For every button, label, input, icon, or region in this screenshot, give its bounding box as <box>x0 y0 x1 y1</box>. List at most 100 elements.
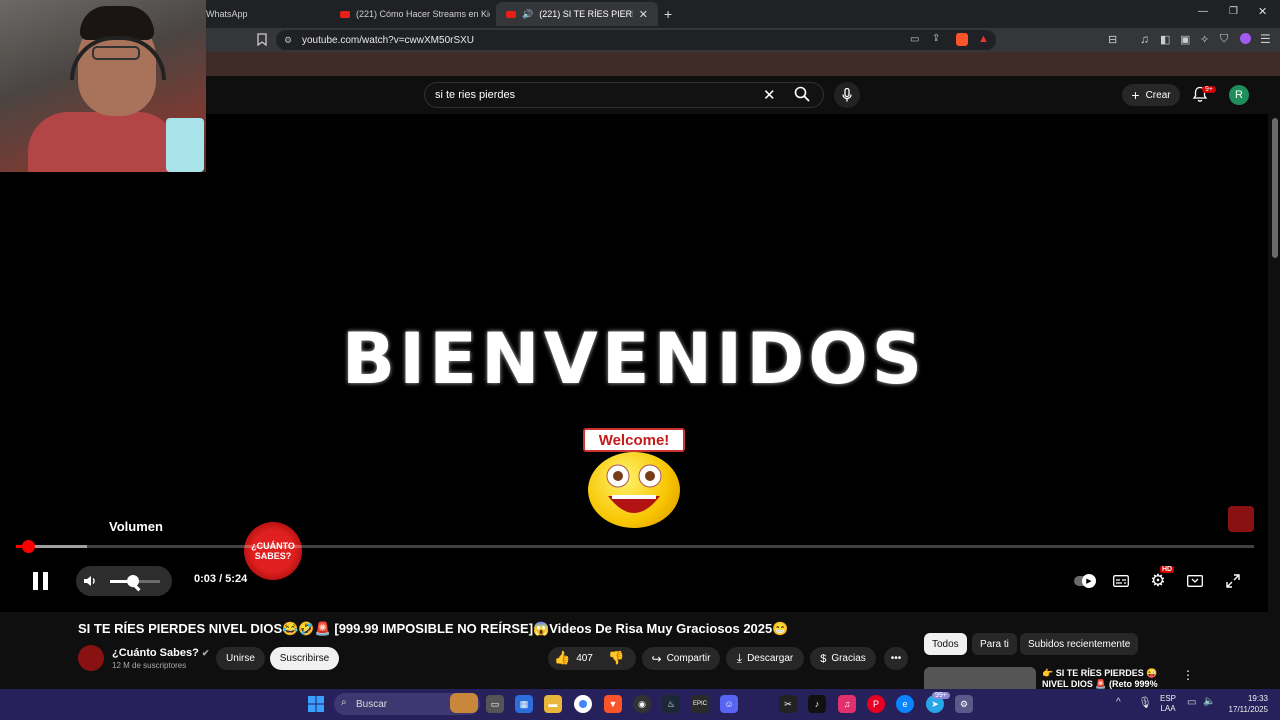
tab-current-video[interactable]: 🔊 (221) SI TE RÍES PIERDES NIVE ✕ <box>496 2 658 26</box>
tab-label: WhatsApp <box>206 9 248 19</box>
download-button[interactable]: ⤓ Descargar <box>726 647 804 670</box>
chip-todos[interactable]: Todos <box>924 633 967 655</box>
task-view-icon[interactable]: ▭ <box>486 695 504 713</box>
voice-search-button[interactable] <box>834 82 860 108</box>
edge-icon[interactable]: e <box>896 695 914 713</box>
clear-search-icon[interactable]: ✕ <box>763 86 776 104</box>
tab-label: (221) Cómo Hacer Streams en Kick (C <box>356 9 490 19</box>
store-icon[interactable]: ▦ <box>515 695 533 713</box>
epic-games-icon[interactable]: EPIC <box>691 695 709 713</box>
search-highlight-icon <box>450 693 478 713</box>
chrome-icon[interactable] <box>574 695 592 713</box>
verified-icon: ✔ <box>201 648 210 658</box>
network-icon[interactable]: ▭ <box>1187 697 1196 708</box>
dislike-button[interactable]: 👎 <box>608 650 624 666</box>
subtitles-button[interactable] <box>1110 572 1132 590</box>
download-icon: ⤓ <box>736 651 743 665</box>
volume-tray-icon[interactable]: 🔈 <box>1203 696 1215 707</box>
tab-kick-streams[interactable]: (221) Cómo Hacer Streams en Kick (C <box>330 2 490 26</box>
channel-avatar[interactable] <box>78 645 104 671</box>
wallet-icon[interactable]: ▣ <box>1180 33 1190 46</box>
page-scrollbar-thumb[interactable] <box>1272 118 1278 258</box>
language-indicator[interactable]: ESP LAA <box>1160 694 1176 714</box>
tab-whatsapp[interactable]: WhatsApp <box>196 2 326 26</box>
pause-button[interactable] <box>30 570 52 592</box>
suggested-video-thumbnail[interactable] <box>924 667 1036 689</box>
new-tab-icon[interactable]: + <box>664 6 672 22</box>
tray-overflow-icon[interactable]: ^ <box>1116 697 1121 708</box>
cast-icon[interactable]: ▭ <box>910 34 919 45</box>
settings-app-icon[interactable]: ⚙ <box>955 695 973 713</box>
welcome-sign: Welcome! <box>583 428 685 452</box>
account-avatar[interactable]: R <box>1229 85 1249 105</box>
taskbar-search-label: Buscar <box>356 698 388 710</box>
smiley-face-icon <box>588 452 680 528</box>
close-tab-icon[interactable]: ✕ <box>639 8 648 21</box>
url-text: youtube.com/watch?v=cwwXM50rSXU <box>302 34 475 46</box>
thumbs-down-icon: 👎 <box>608 650 625 665</box>
share-page-icon[interactable]: ⇪ <box>932 33 940 44</box>
bookmark-icon[interactable] <box>256 33 268 51</box>
file-explorer-icon[interactable]: ▬ <box>544 695 562 713</box>
chip-label: Todos <box>932 638 959 650</box>
start-button[interactable] <box>308 696 324 712</box>
channel-name[interactable]: ¿Cuánto Sabes? ✔ <box>112 647 209 659</box>
youtube-favicon-icon <box>506 10 516 18</box>
autoplay-toggle[interactable]: ▶ <box>1073 572 1096 590</box>
site-info-icon[interactable]: ⚙ <box>284 35 292 46</box>
thanks-button[interactable]: $ Gracias <box>810 647 876 670</box>
scrubber-handle[interactable] <box>21 540 35 553</box>
notification-count-badge: 9+ <box>1202 86 1216 93</box>
video-menu-icon[interactable]: ⋮ <box>1182 668 1194 682</box>
close-window-icon[interactable]: ✕ <box>1258 5 1267 18</box>
vpn-icon[interactable]: ⛉ <box>1220 33 1228 46</box>
share-icon: ↪ <box>651 651 662 666</box>
chip-para-ti[interactable]: Para ti <box>972 633 1017 655</box>
volume-mute-button[interactable] <box>82 573 98 594</box>
extensions-icon[interactable]: ✧ <box>1200 33 1209 46</box>
tray-mic-icon[interactable]: 🎙 <box>1138 696 1152 709</box>
webcam-cup <box>166 118 204 172</box>
channel-watermark-icon[interactable] <box>1228 506 1254 532</box>
leo-ai-icon[interactable] <box>1240 33 1251 44</box>
settings-button[interactable]: ⚙ <box>1147 571 1169 590</box>
clock-date: 17/11/2025 <box>1228 705 1268 714</box>
tiktok-icon[interactable]: ♪ <box>808 695 826 713</box>
capcut-icon[interactable]: ✂ <box>779 695 797 713</box>
tiktok-studio-icon[interactable]: ♫ <box>838 695 856 713</box>
url-bar[interactable]: youtube.com/watch?v=cwwXM50rSXU <box>276 30 996 50</box>
media-controls-icon[interactable]: ⊟ <box>1108 33 1117 46</box>
video-title: SI TE RÍES PIERDES NIVEL DIOS😂🤣🚨 [999.99… <box>78 621 789 636</box>
brave-rewards-icon[interactable]: ▲ <box>978 33 989 45</box>
discord-icon[interactable]: ☺ <box>720 695 738 713</box>
magnifier-icon: ⌕ <box>341 697 347 708</box>
suggested-video-title[interactable]: 👉 SI TE RÍES PIERDES 😜 NIVEL DIOS 🚨 (Ret… <box>1042 668 1172 690</box>
menu-icon[interactable]: ☰ <box>1260 32 1271 46</box>
more-actions-button[interactable]: ••• <box>884 647 908 670</box>
share-button[interactable]: ↪ Compartir <box>642 647 720 670</box>
brave-shield-icon[interactable] <box>956 33 968 46</box>
music-icon[interactable]: ♫ <box>1140 32 1149 46</box>
search-icon[interactable] <box>794 86 810 107</box>
like-button[interactable]: 👍 407 <box>554 650 593 666</box>
restore-icon[interactable]: ❐ <box>1229 6 1238 17</box>
progress-bar[interactable] <box>16 540 1254 553</box>
brave-icon[interactable]: ▼ <box>604 695 622 713</box>
sidebar-toggle-icon[interactable]: ◧ <box>1160 33 1170 46</box>
chip-recent[interactable]: Subidos recientemente <box>1020 633 1139 655</box>
telegram-badge: 99+ <box>932 692 950 699</box>
play-icon: ▶ <box>1082 574 1096 588</box>
taskbar-clock[interactable]: 19:33 17/11/2025 <box>1226 693 1268 715</box>
fullscreen-button[interactable] <box>1222 572 1244 590</box>
volume-tooltip: Volumen <box>109 519 163 534</box>
create-button[interactable]: + Crear <box>1122 84 1180 106</box>
microphone-icon <box>842 88 852 102</box>
super-thanks-icon: $ <box>820 652 827 665</box>
join-button[interactable]: Unirse <box>216 647 265 670</box>
minimize-icon[interactable]: — <box>1198 6 1208 17</box>
subscribe-button[interactable]: Suscribirse <box>270 647 339 670</box>
obs-icon[interactable]: ◉ <box>633 695 651 713</box>
steam-icon[interactable]: ♨ <box>662 695 680 713</box>
theater-mode-button[interactable] <box>1184 572 1206 590</box>
pinterest-icon[interactable]: P <box>867 695 885 713</box>
